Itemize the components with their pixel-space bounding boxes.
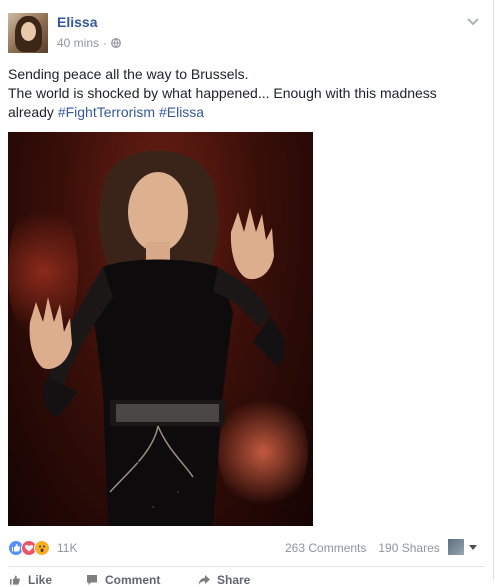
post-meta: 40 mins · [57, 36, 121, 50]
post-photo[interactable] [8, 132, 313, 526]
avatar-face [21, 22, 36, 41]
action-bar: Like Comment Share [8, 573, 250, 587]
share-button[interactable]: Share [197, 573, 250, 587]
page-avatar-thumbnail[interactable] [448, 539, 464, 555]
globe-icon[interactable] [111, 38, 121, 48]
caret-down-icon[interactable] [469, 545, 477, 550]
post-card: Elissa 40 mins · Sending peace all the w… [0, 0, 494, 587]
action-divider [8, 566, 485, 567]
post-line: already #FightTerrorism #Elissa [8, 103, 478, 122]
comment-label: Comment [105, 573, 161, 587]
comments-count[interactable]: 263 Comments [285, 541, 366, 555]
shares-count[interactable]: 190 Shares [378, 541, 439, 555]
post-line: Sending peace all the way to Brussels. [8, 66, 249, 82]
chevron-down-icon[interactable] [466, 17, 480, 27]
reactions-count[interactable]: 11K [57, 541, 77, 555]
comment-button[interactable]: Comment [85, 573, 197, 587]
like-button[interactable]: Like [8, 573, 85, 587]
post-line-prefix: already [8, 104, 58, 120]
meta-separator: · [103, 36, 108, 50]
share-label: Share [217, 573, 251, 587]
engagement-counts: 263 Comments 190 Shares [285, 541, 440, 555]
photo-subject [29, 150, 286, 526]
post-text: Sending peace all the way to Brussels. T… [8, 65, 478, 122]
hashtag-link[interactable]: #FightTerrorism [58, 104, 155, 120]
comment-icon [87, 575, 97, 585]
post-timestamp[interactable]: 40 mins [57, 36, 99, 50]
like-label: Like [28, 573, 53, 587]
thumbs-up-icon [10, 575, 20, 585]
author-name[interactable]: Elissa [57, 14, 97, 30]
wow-icon [34, 540, 50, 556]
hashtag-link[interactable]: #Elissa [159, 104, 204, 120]
reactions-summary[interactable]: 11K [8, 540, 77, 556]
share-icon [198, 575, 210, 585]
post-line: The world is shocked by what happened...… [8, 85, 437, 101]
author-avatar[interactable] [8, 13, 48, 53]
